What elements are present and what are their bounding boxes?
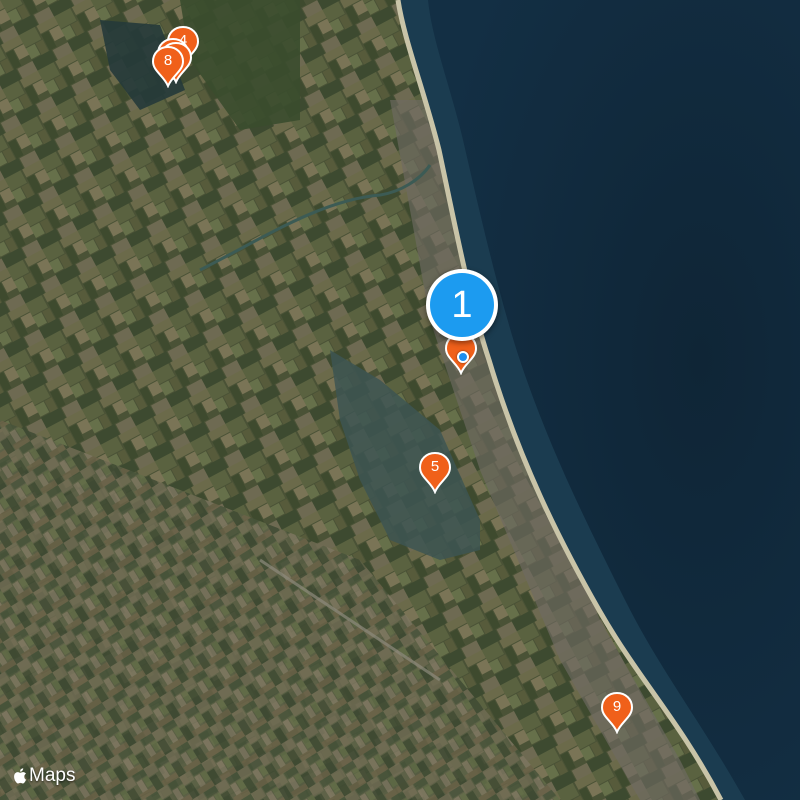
map-pin-5[interactable]: 5 xyxy=(418,452,452,494)
satellite-map[interactable]: 4 8 1 5 9 Maps xyxy=(0,0,800,800)
map-pin-9[interactable]: 9 xyxy=(600,692,634,734)
cluster-marker[interactable]: 1 xyxy=(426,269,498,341)
map-imagery xyxy=(0,0,800,800)
current-location-dot xyxy=(457,351,469,363)
attribution-label: Maps xyxy=(29,765,76,786)
maps-attribution[interactable]: Maps xyxy=(12,764,75,788)
pin-number: 8 xyxy=(163,52,173,69)
pin-number: 9 xyxy=(612,698,622,715)
apple-logo-icon xyxy=(14,768,26,784)
cluster-count: 1 xyxy=(430,273,494,337)
pin-number: 5 xyxy=(430,458,440,475)
map-pin-8[interactable]: 8 xyxy=(151,46,185,88)
